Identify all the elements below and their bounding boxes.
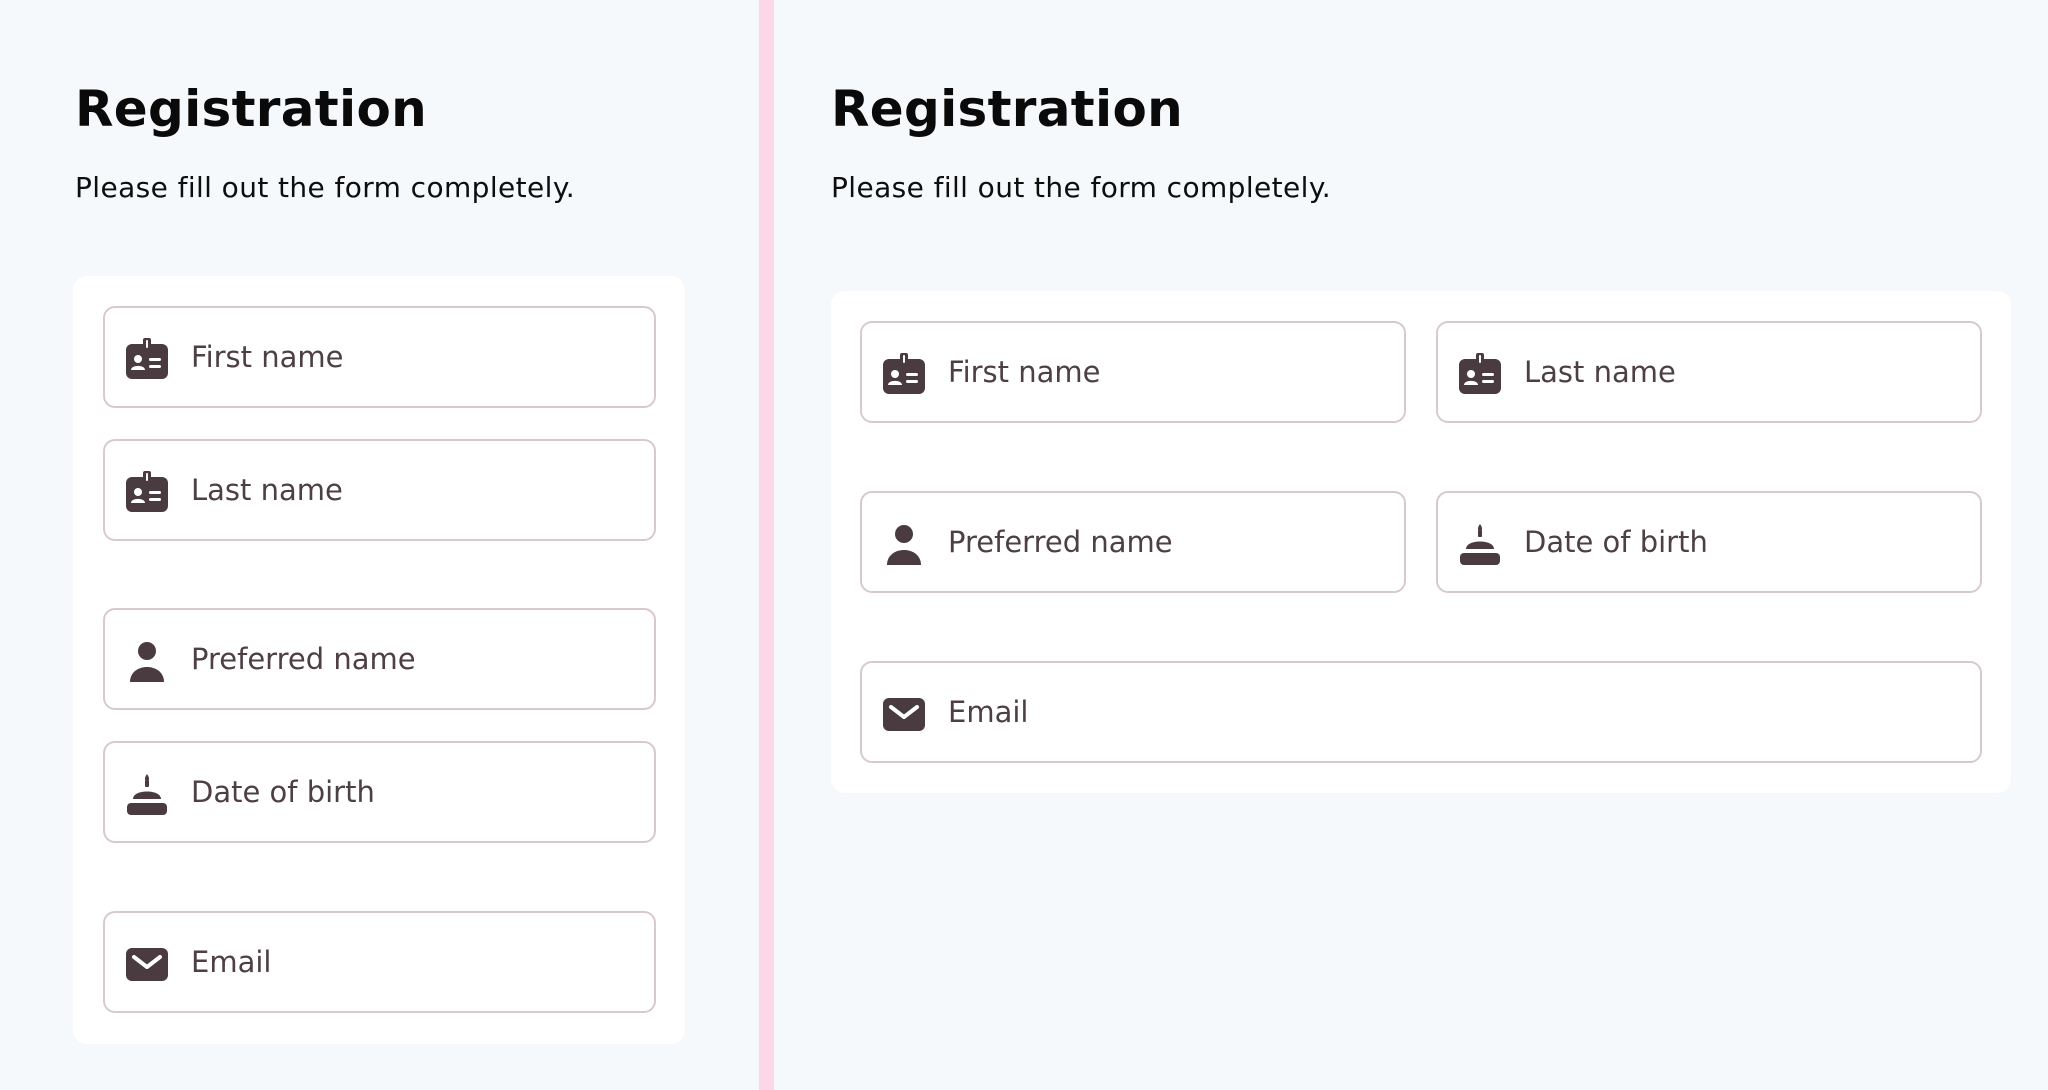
pane-divider[interactable] — [759, 0, 774, 1090]
id-badge-icon — [125, 470, 169, 514]
first-name-input[interactable] — [191, 308, 638, 406]
user-icon — [882, 522, 926, 566]
birthday-cake-icon — [125, 772, 169, 816]
page-subtitle: Please fill out the form completely. — [831, 171, 1332, 204]
preferred-name-field[interactable] — [860, 491, 1406, 593]
envelope-icon — [882, 692, 926, 736]
date-of-birth-field[interactable] — [103, 741, 656, 843]
user-icon — [125, 639, 169, 683]
last-name-input[interactable] — [1524, 323, 1964, 421]
first-name-field[interactable] — [103, 306, 656, 408]
last-name-field[interactable] — [1436, 321, 1982, 423]
page: Registration Please fill out the form co… — [0, 0, 2048, 1090]
id-badge-icon — [882, 352, 926, 396]
id-badge-icon — [125, 337, 169, 381]
preferred-name-input[interactable] — [948, 493, 1388, 591]
id-badge-icon — [1458, 352, 1502, 396]
email-field[interactable] — [860, 661, 1982, 763]
email-input[interactable] — [191, 913, 638, 1011]
first-name-field[interactable] — [860, 321, 1406, 423]
preferred-name-input[interactable] — [191, 610, 638, 708]
envelope-icon — [125, 942, 169, 986]
date-of-birth-input[interactable] — [1524, 493, 1964, 591]
date-of-birth-input[interactable] — [191, 743, 638, 841]
last-name-input[interactable] — [191, 441, 638, 539]
last-name-field[interactable] — [103, 439, 656, 541]
email-input[interactable] — [948, 663, 1964, 761]
page-title: Registration — [831, 80, 1183, 138]
preferred-name-field[interactable] — [103, 608, 656, 710]
date-of-birth-field[interactable] — [1436, 491, 1982, 593]
birthday-cake-icon — [1458, 522, 1502, 566]
right-pane: Registration Please fill out the form co… — [774, 0, 2048, 1090]
left-pane: Registration Please fill out the form co… — [0, 0, 759, 1090]
first-name-input[interactable] — [948, 323, 1388, 421]
page-title: Registration — [75, 80, 427, 138]
email-field[interactable] — [103, 911, 656, 1013]
page-subtitle: Please fill out the form completely. — [75, 171, 576, 204]
